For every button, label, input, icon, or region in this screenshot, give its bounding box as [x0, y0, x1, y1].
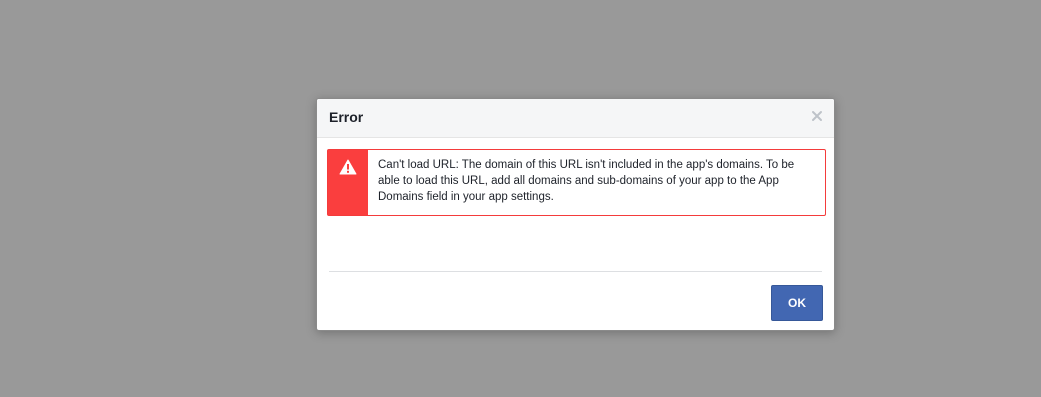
dialog-header: Error [317, 99, 834, 138]
error-dialog: Error Can't load URL: The domain of this… [316, 98, 835, 331]
error-icon-panel [328, 150, 368, 215]
close-icon[interactable] [810, 109, 824, 123]
error-message-text: Can't load URL: The domain of this URL i… [378, 159, 795, 203]
footer-divider [329, 271, 822, 272]
ok-button[interactable]: OK [771, 285, 823, 321]
error-message-box: Can't load URL: The domain of this URL i… [327, 149, 826, 216]
dialog-title: Error [329, 109, 364, 125]
